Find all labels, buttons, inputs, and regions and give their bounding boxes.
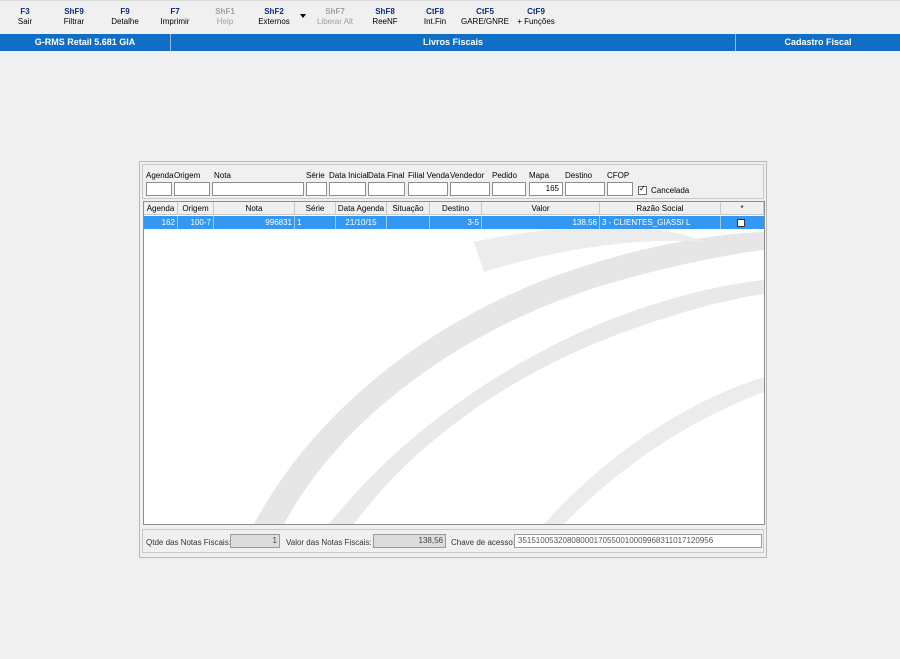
column-header[interactable]: Razão Social: [600, 202, 721, 215]
detail-button[interactable]: F9 Detalhe: [105, 7, 145, 33]
button-label: Int.Fin: [423, 17, 447, 26]
valor-label: Valor das Notas Fiscais:: [286, 538, 372, 547]
mapa-label: Mapa: [529, 171, 550, 180]
pedido-input[interactable]: [492, 182, 526, 196]
external-button[interactable]: ShF2 Externos: [254, 7, 294, 33]
button-label: ReeNF: [372, 17, 398, 26]
data-final-label: Data Final: [368, 171, 405, 180]
hotkey-label: F7: [170, 7, 180, 16]
mapa-input[interactable]: 165: [529, 182, 563, 196]
valor-cell: 138,56: [482, 216, 600, 229]
qtde-label: Qtde das Notas Fiscais:: [146, 538, 231, 547]
cancelada-checkbox[interactable]: [638, 184, 647, 195]
int-fin-button[interactable]: CtF8 Int.Fin: [418, 7, 452, 33]
toolbar: F3 Sair ShF9 Filtrar F9 Detalhe F7 Impri…: [0, 0, 900, 34]
chevron-down-icon[interactable]: [300, 14, 306, 18]
gare-gnre-button[interactable]: CtF5 GARE/GNRE: [460, 7, 510, 33]
vendedor-label: Vendedor: [450, 171, 485, 180]
button-label: Externos: [258, 17, 290, 26]
pedido-label: Pedido: [492, 171, 517, 180]
reenf-button[interactable]: ShF8 ReeNF: [368, 7, 402, 33]
vendedor-input[interactable]: [450, 182, 490, 196]
cancelada-label: Cancelada: [651, 186, 690, 195]
situacao-cell: [387, 216, 430, 229]
cfop-label: CFOP: [607, 171, 630, 180]
column-header[interactable]: Valor: [482, 202, 600, 215]
hotkey-label: ShF8: [375, 7, 395, 16]
serie-input[interactable]: [306, 182, 327, 196]
chave-label: Chave de acesso:: [451, 538, 516, 547]
filial-venda-label: Filial Venda: [408, 171, 450, 180]
agenda-cell: 162: [144, 216, 178, 229]
hotkey-label: F9: [120, 7, 130, 16]
data-final-input[interactable]: [368, 182, 405, 196]
fiscal-panel: Agenda Origem Nota Série Data Inicial Da…: [139, 161, 767, 558]
hotkey-label: ShF7: [325, 7, 345, 16]
button-label: Liberar Alt: [316, 17, 354, 26]
column-header[interactable]: Destino: [430, 202, 482, 215]
button-label: + Funções: [517, 17, 555, 26]
agenda-input[interactable]: [146, 182, 172, 196]
nota-cell: 996831: [214, 216, 295, 229]
nota-label: Nota: [214, 171, 231, 180]
button-label: Filtrar: [63, 17, 85, 26]
chave-acesso-field[interactable]: 3515100532080800017055001000996831101712…: [514, 534, 762, 548]
razao-social-cell: 3 - CLIENTES_GIASSI L: [600, 216, 721, 229]
origem-cell: 100-7: [178, 216, 214, 229]
column-header[interactable]: Série: [295, 202, 336, 215]
hotkey-label: ShF2: [264, 7, 284, 16]
hotkey-label: F3: [20, 7, 30, 16]
data-inicial-input[interactable]: [329, 182, 366, 196]
button-label: Imprimir: [160, 17, 190, 26]
title-bar: G-RMS Retail 5.681 GIA Livros Fiscais Ca…: [0, 34, 900, 51]
column-header[interactable]: Situação: [387, 202, 430, 215]
watermark-logo: [254, 227, 764, 524]
button-label: GARE/GNRE: [460, 17, 509, 26]
valor-value: 138,56: [373, 534, 446, 548]
row-checkbox[interactable]: [737, 219, 745, 227]
exit-button[interactable]: F3 Sair: [10, 7, 40, 33]
hotkey-label: ShF9: [64, 7, 84, 16]
destino-label: Destino: [565, 171, 593, 180]
table-header: Agenda Origem Nota Série Data Agenda Sit…: [144, 202, 764, 215]
data-agenda-cell: 21/10/15: [336, 216, 387, 229]
totals-bar: Qtde das Notas Fiscais: 1 Valor das Nota…: [142, 529, 764, 553]
serie-label: Série: [306, 171, 325, 180]
column-header[interactable]: Nota: [214, 202, 295, 215]
hotkey-label: CtF5: [476, 7, 494, 16]
column-header[interactable]: *: [721, 202, 764, 215]
agenda-label: Agenda: [146, 171, 174, 180]
filter-bar: Agenda Origem Nota Série Data Inicial Da…: [142, 164, 764, 199]
column-header[interactable]: Origem: [178, 202, 214, 215]
more-functions-button[interactable]: CtF9 + Funções: [514, 7, 558, 33]
module-title: Livros Fiscais: [422, 37, 484, 47]
screen-title: Cadastro Fiscal: [784, 37, 852, 47]
button-label: Detalhe: [111, 17, 139, 26]
button-label: Help: [216, 17, 234, 26]
app-title: G-RMS Retail 5.681 GIA: [34, 37, 136, 47]
data-inicial-label: Data Inicial: [329, 171, 369, 180]
help-button[interactable]: ShF1 Help: [208, 7, 242, 33]
cfop-input[interactable]: [607, 182, 633, 196]
destino-input[interactable]: [565, 182, 605, 196]
serie-cell: 1: [295, 216, 336, 229]
filial-venda-input[interactable]: [408, 182, 448, 196]
release-alt-button[interactable]: ShF7 Liberar Alt: [313, 7, 357, 33]
origem-input[interactable]: [174, 182, 210, 196]
hotkey-label: ShF1: [215, 7, 235, 16]
nota-input[interactable]: [212, 182, 304, 196]
hotkey-label: CtF8: [426, 7, 444, 16]
destino-cell: 3-5: [430, 216, 482, 229]
filter-button[interactable]: ShF9 Filtrar: [56, 7, 92, 33]
qtde-value: 1: [230, 534, 280, 548]
table-row[interactable]: 162 100-7 996831 1 21/10/15 3-5 138,56 3…: [144, 216, 764, 229]
column-header[interactable]: Data Agenda: [336, 202, 387, 215]
print-button[interactable]: F7 Imprimir: [154, 7, 196, 33]
flag-cell: [721, 216, 764, 229]
notes-table[interactable]: Agenda Origem Nota Série Data Agenda Sit…: [143, 201, 765, 525]
origem-label: Origem: [174, 171, 201, 180]
hotkey-label: CtF9: [527, 7, 545, 16]
column-header[interactable]: Agenda: [144, 202, 178, 215]
button-label: Sair: [17, 17, 33, 26]
